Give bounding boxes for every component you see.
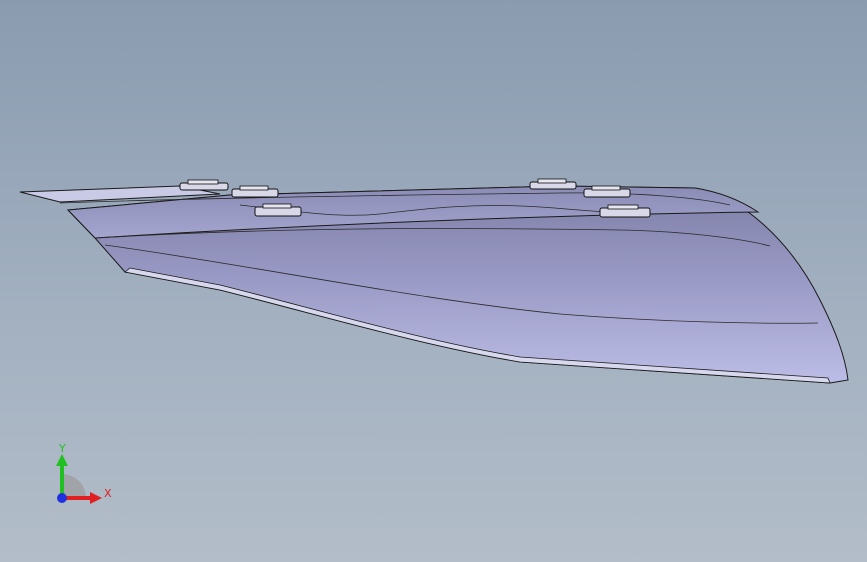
clip-mount-icon[interactable] <box>231 185 279 198</box>
x-axis-label: X <box>104 487 112 500</box>
x-axis-arrow <box>90 492 102 504</box>
clip-mount-icon[interactable] <box>529 178 577 190</box>
triad-arc <box>62 474 86 498</box>
clip-mount-icon[interactable] <box>179 179 229 191</box>
y-axis-arrow <box>56 454 68 466</box>
cad-viewport[interactable]: Y X <box>0 0 867 562</box>
axis-triad: Y X <box>56 442 112 504</box>
z-axis-dot <box>57 493 67 503</box>
model-view[interactable] <box>0 0 867 562</box>
y-axis-label: Y <box>58 442 66 455</box>
